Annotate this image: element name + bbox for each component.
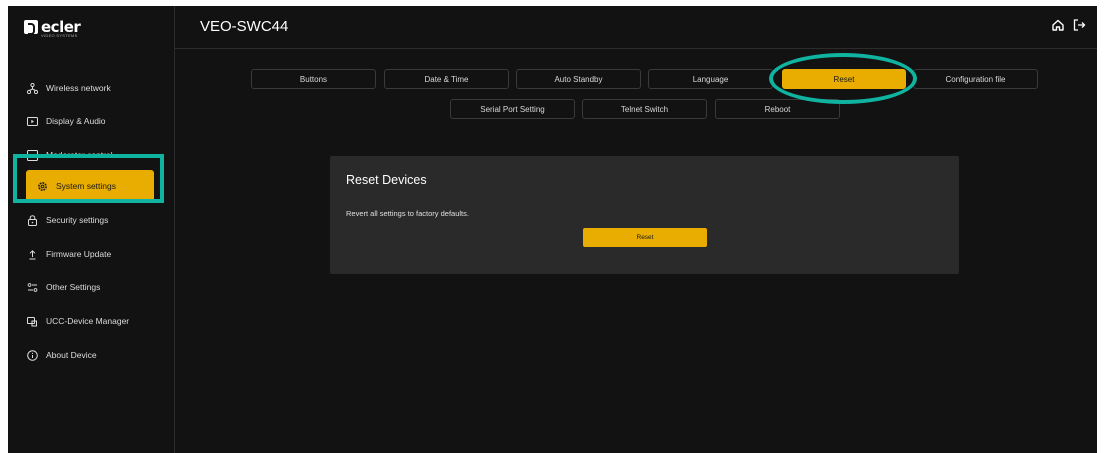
lock-icon	[26, 214, 38, 226]
tab-telnet-switch[interactable]: Telnet Switch	[582, 99, 707, 119]
panel-title: Reset Devices	[346, 173, 427, 187]
device-icon	[26, 315, 38, 327]
sidebar-item-label: UCC-Device Manager	[46, 316, 130, 326]
tab-label: Date & Time	[424, 74, 469, 84]
sidebar-item-label: Firmware Update	[46, 249, 112, 259]
sidebar-item-label: Display & Audio	[46, 116, 106, 126]
sidebar-item-label: Security settings	[46, 215, 109, 225]
sidebar-item-other-settings[interactable]: Other Settings	[26, 271, 100, 303]
sidebar-item-display-audio[interactable]: Display & Audio	[26, 105, 106, 137]
sidebar-item-firmware-update[interactable]: Firmware Update	[26, 238, 111, 270]
sidebar-highlight-annotation	[13, 154, 164, 203]
tab-serial-port-setting[interactable]: Serial Port Setting	[450, 99, 575, 119]
tab-label: Serial Port Setting	[480, 104, 545, 114]
tab-label: Configuration file	[945, 74, 1006, 84]
brand-tagline: VIDEO SYSTEMS	[41, 33, 78, 38]
tab-label: Auto Standby	[554, 74, 603, 84]
sidebar-item-label: Other Settings	[46, 282, 101, 292]
display-icon	[26, 115, 38, 127]
tab-auto-standby[interactable]: Auto Standby	[516, 69, 641, 89]
tab-label: Reboot	[764, 104, 791, 114]
sidebar-item-label: Wireless network	[46, 83, 111, 93]
sidebar-item-ucc-device-manager[interactable]: UCC-Device Manager	[26, 305, 129, 337]
reset-button[interactable]: Reset	[583, 228, 707, 247]
page-title: VEO-SWC44	[200, 18, 289, 35]
sidebar-item-about-device[interactable]: About Device	[26, 339, 97, 371]
tab-label: Telnet Switch	[620, 104, 669, 114]
home-icon[interactable]	[1051, 18, 1067, 34]
sidebar-item-security-settings[interactable]: Security settings	[26, 204, 108, 236]
ecler-logo-icon	[24, 20, 38, 35]
tab-buttons[interactable]: Buttons	[251, 69, 376, 89]
tab-label: Buttons	[299, 74, 328, 84]
info-icon	[26, 349, 38, 361]
tab-label: Language	[692, 74, 729, 84]
sidebar-item-wireless-network[interactable]: Wireless network	[26, 72, 111, 104]
brand-name: ecler	[41, 18, 81, 36]
tab-language[interactable]: Language	[648, 69, 773, 89]
logout-icon[interactable]	[1072, 18, 1088, 34]
upload-icon	[26, 248, 38, 260]
tab-date-time[interactable]: Date & Time	[384, 69, 509, 89]
reset-button-label: Reset	[636, 234, 654, 241]
sidebar-item-label: About Device	[46, 350, 97, 360]
tab-highlight-annotation	[769, 53, 917, 104]
sliders-icon	[26, 281, 38, 293]
network-icon	[26, 82, 38, 94]
panel-description: Revert all settings to factory defaults.	[346, 209, 469, 218]
brand-logo: ecler VIDEO SYSTEMS	[24, 18, 81, 38]
top-header: VEO-SWC44	[174, 6, 1097, 49]
reset-devices-panel: Reset Devices Revert all settings to fac…	[330, 156, 959, 274]
sidebar: ecler VIDEO SYSTEMS Wireless network Dis…	[8, 6, 175, 453]
tab-configuration-file[interactable]: Configuration file	[913, 69, 1038, 89]
app-window: ecler VIDEO SYSTEMS Wireless network Dis…	[8, 6, 1097, 453]
